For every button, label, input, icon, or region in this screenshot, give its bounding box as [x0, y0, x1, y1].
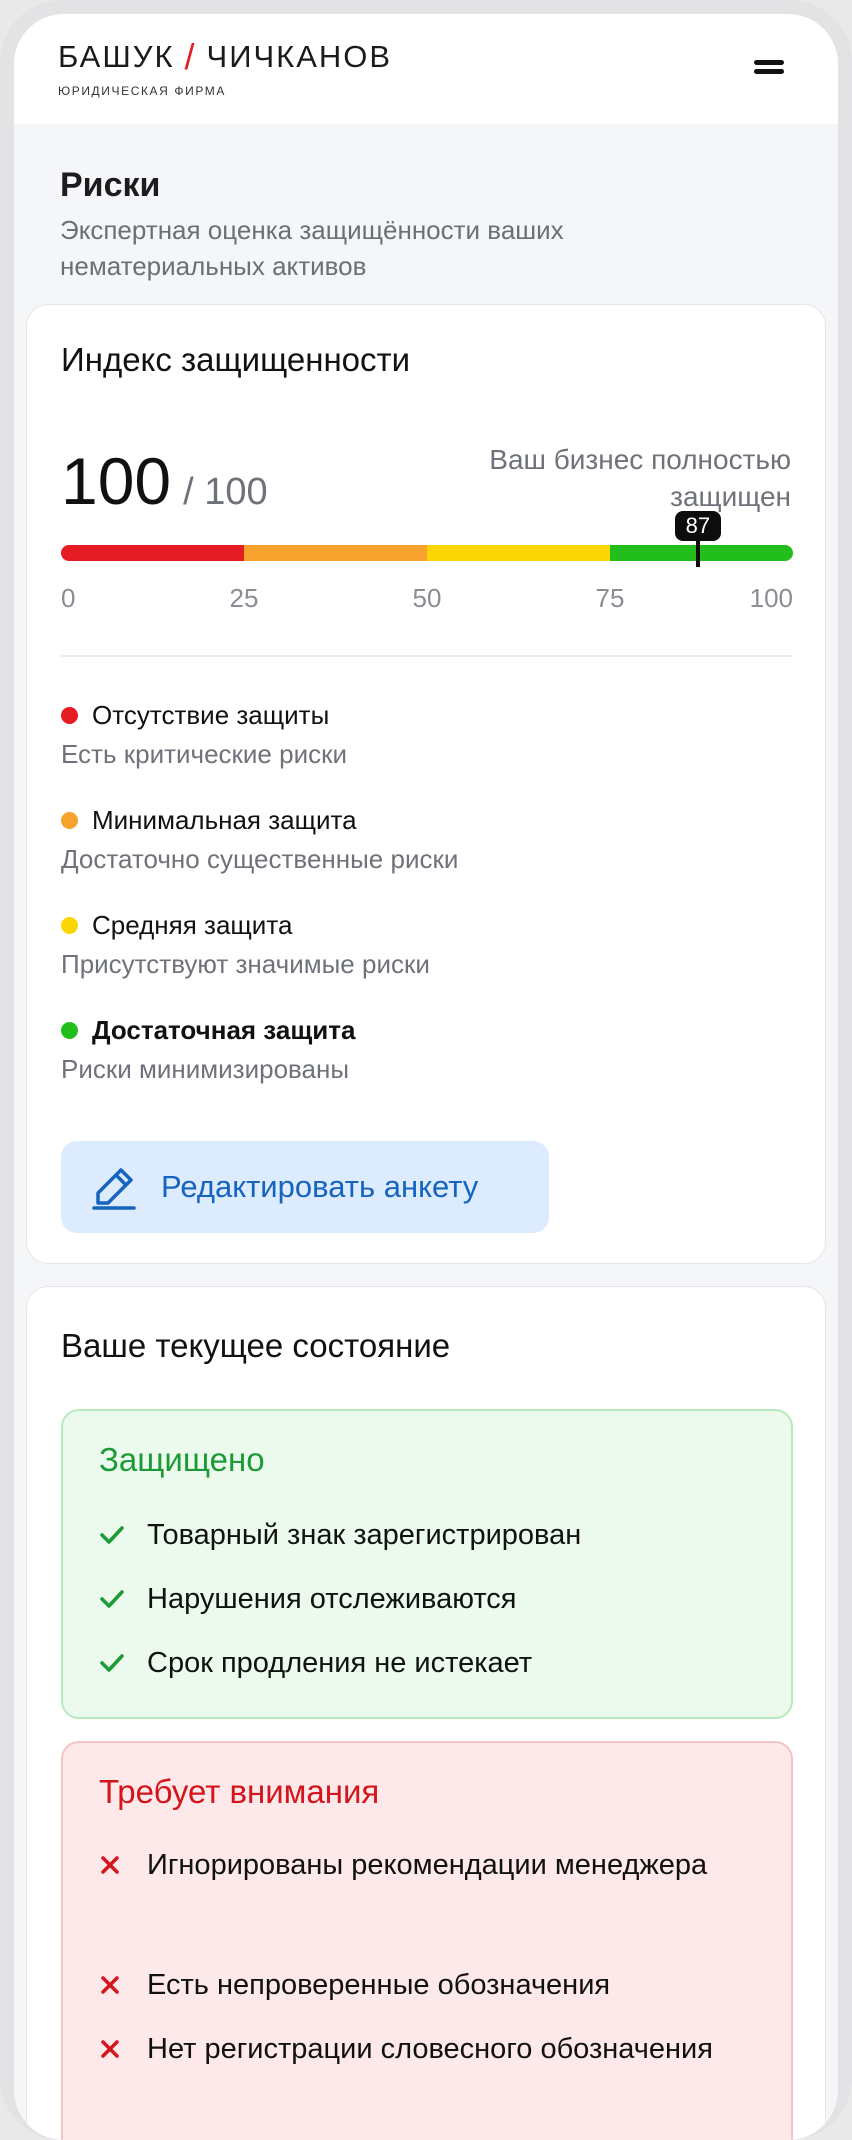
- red-dot-icon: [61, 706, 78, 724]
- list-item-text: Нет регистрации словесного обозначения: [147, 2033, 713, 2065]
- list-item-text: Товарный знак зарегистрирован: [147, 1519, 582, 1551]
- logo-wordmark: БАШУК / ЧИЧКАНОВ: [58, 36, 393, 77]
- list-item-text: Игнорированы рекомендации менеджера: [147, 1849, 708, 1881]
- page-subtitle: Экспертная оценка защищённости ваших нем…: [60, 215, 564, 281]
- orange-dot-icon: [61, 811, 78, 829]
- logo-right: ЧИЧКАНОВ: [206, 39, 393, 74]
- score: 100 / 100: [61, 443, 268, 519]
- marker-line: [695, 539, 700, 567]
- logo-tagline: ЮРИДИЧЕСКАЯ ФИРМА: [58, 84, 226, 98]
- protection-legend: Отсутствие защиты Есть критические риски…: [61, 695, 793, 1115]
- list-item: Срок продления не истекает: [99, 1641, 759, 1685]
- scale-tick: 0: [61, 583, 76, 613]
- scale-marker: 87: [674, 511, 721, 567]
- score-value: 100: [61, 444, 172, 518]
- edit-button-label: Редактировать анкету: [161, 1169, 479, 1204]
- protected-title: Защищено: [99, 1441, 265, 1478]
- brand-logo[interactable]: БАШУК / ЧИЧКАНОВ ЮРИДИЧЕСКАЯ ФИРМА: [58, 36, 393, 98]
- legend-desc: Есть критические риски: [61, 739, 347, 769]
- legend-desc: Достаточно существенные риски: [61, 844, 459, 874]
- scale-segment-red: [61, 545, 244, 561]
- legend-label: Достаточная защита: [92, 1014, 356, 1045]
- legend-label: Минимальная защита: [92, 804, 357, 835]
- legend-desc: Риски минимизированы: [61, 1054, 350, 1084]
- pencil-icon: [92, 1168, 136, 1210]
- cross-icon: [99, 1974, 147, 1996]
- index-card-title: Индекс защищенности: [61, 341, 411, 378]
- list-item-text: Есть непроверенные обозначения: [147, 1969, 611, 2001]
- legend-label: Отсутствие защиты: [92, 699, 330, 730]
- list-item: Игнорированы рекомендации менеджера: [99, 1843, 759, 1887]
- legend-label: Средняя защита: [92, 909, 293, 940]
- list-item: Нет регистрации словесного обозначения: [99, 2027, 759, 2071]
- edit-questionnaire-button[interactable]: Редактировать анкету: [61, 1141, 549, 1233]
- legend-item-none: Отсутствие защиты Есть критические риски: [61, 695, 793, 800]
- protected-box: Защищено Товарный знак зарегистрирован Н…: [61, 1409, 793, 1719]
- scale-tick: 75: [595, 583, 625, 613]
- check-icon: [99, 1589, 147, 1609]
- attention-title: Требует внимания: [99, 1773, 380, 1810]
- list-item: Есть непроверенные обозначения: [99, 1963, 759, 2007]
- divider: [61, 655, 793, 657]
- scale-segment-orange: [244, 545, 427, 561]
- screen: БАШУК / ЧИЧКАНОВ ЮРИДИЧЕСКАЯ ФИРМА Риски…: [14, 14, 838, 2140]
- protection-index-card: Индекс защищенности 100 / 100 Ваш бизнес…: [26, 304, 826, 1264]
- marker-label: 87: [674, 511, 721, 541]
- scale-tick: 25: [229, 583, 259, 613]
- score-caption: Ваш бизнес полностью защищен: [489, 444, 791, 512]
- green-dot-icon: [61, 1021, 78, 1039]
- scale-tick: 100: [749, 583, 793, 613]
- current-state-card: Ваше текущее состояние Защищено Товарный…: [26, 1286, 826, 2140]
- legend-item-medium: Средняя защита Присутствуют значимые рис…: [61, 905, 793, 1010]
- check-icon: [99, 1525, 147, 1545]
- hamburger-menu-icon[interactable]: [754, 58, 784, 78]
- cross-icon: [99, 2038, 147, 2060]
- score-max: / 100: [183, 471, 268, 513]
- page-title: Риски: [60, 166, 161, 204]
- legend-item-minimal: Минимальная защита Достаточно существенн…: [61, 800, 793, 905]
- attention-box: Требует внимания Игнорированы рекомендац…: [61, 1741, 793, 2140]
- app-header: БАШУК / ЧИЧКАНОВ ЮРИДИЧЕСКАЯ ФИРМА: [14, 14, 838, 124]
- state-card-title: Ваше текущее состояние: [61, 1327, 451, 1364]
- list-item-text: Срок продления не истекает: [147, 1647, 533, 1679]
- cross-icon: [99, 1854, 147, 1876]
- check-icon: [99, 1653, 147, 1673]
- list-item: Товарный знак зарегистрирован: [99, 1513, 759, 1557]
- legend-item-sufficient: Достаточная защита Риски минимизированы: [61, 1010, 793, 1115]
- yellow-dot-icon: [61, 916, 78, 934]
- device-frame: БАШУК / ЧИЧКАНОВ ЮРИДИЧЕСКАЯ ФИРМА Риски…: [0, 0, 852, 2140]
- logo-left: БАШУК: [58, 39, 175, 74]
- legend-desc: Присутствуют значимые риски: [61, 949, 430, 979]
- scale-tick: 50: [412, 583, 442, 613]
- list-item: Нарушения отслеживаются: [99, 1577, 759, 1621]
- scale-segment-yellow: [427, 545, 610, 561]
- logo-slash: /: [184, 36, 197, 77]
- list-item-text: Нарушения отслеживаются: [147, 1583, 517, 1615]
